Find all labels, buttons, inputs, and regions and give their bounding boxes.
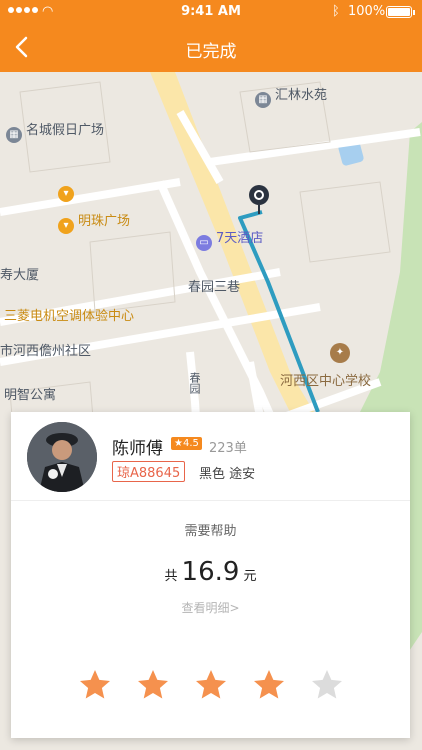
battery-percent: 100% — [348, 4, 386, 19]
poi-label: 春园 — [188, 372, 201, 394]
rating-badge: ★4.5 — [171, 437, 202, 450]
view-details-link[interactable]: 查看明细> — [11, 599, 410, 616]
status-bar: ◠ 9:41 AM ᛒ 100% — [0, 0, 422, 24]
page-title: 已完成 — [185, 42, 237, 62]
poi-label: ▦ 名城假日广场 — [6, 119, 104, 143]
trip-total: 共 16.9 元 — [11, 557, 410, 587]
poi-label: 春园三巷 — [188, 280, 241, 295]
bed-icon: ▭ — [196, 235, 212, 251]
header-bar: ◠ 9:41 AM ᛒ 100% 已完成 — [0, 0, 422, 72]
building-icon: ▦ — [255, 92, 271, 108]
building-icon: ▦ — [6, 127, 22, 143]
order-count: 223单 — [209, 441, 247, 456]
divider — [11, 500, 410, 501]
total-prefix: 共 — [164, 569, 178, 584]
star-icon[interactable] — [193, 667, 229, 703]
poi-label: 明智公寓 — [4, 388, 57, 403]
fare-amount: 16.9 — [181, 557, 240, 587]
poi-label: 三菱电机空调体验中心 — [4, 309, 135, 324]
poi-label: ✦ 河西区中心学校 — [280, 343, 371, 389]
license-plate: 琼A88645 — [112, 461, 186, 482]
currency-unit: 元 — [243, 569, 257, 584]
poi-label: 市河西儋州社区 — [0, 344, 92, 359]
help-link[interactable]: 需要帮助 — [11, 520, 410, 539]
poi-label: ▦ 汇林水苑 — [255, 84, 327, 108]
star-icon[interactable] — [135, 667, 171, 703]
star-icon[interactable] — [309, 667, 345, 703]
poi-label: 寿大厦 — [0, 268, 40, 283]
star-rating — [77, 667, 345, 703]
poi-label: ▭ 7天酒店 — [196, 227, 263, 251]
star-icon[interactable] — [251, 667, 287, 703]
poi-label: ▾ ▾ 明珠广场 — [58, 186, 130, 234]
school-icon: ✦ — [330, 343, 350, 363]
shopping-cart-icon: ▾ — [58, 186, 74, 202]
trip-summary-card: 陈师傅 ★4.5 223单 琼A88645 黑色 途安 需要帮助 共 16.9 元 … — [11, 412, 410, 738]
nav-bar: 已完成 — [0, 26, 422, 70]
star-icon[interactable] — [77, 667, 113, 703]
bluetooth-icon: ᛒ — [332, 4, 340, 19]
car-description: 黑色 途安 — [199, 467, 256, 482]
avatar — [27, 422, 97, 492]
battery-icon — [386, 6, 415, 18]
driver-name: 陈师傅 — [112, 439, 163, 459]
shopping-cart-icon: ▾ — [58, 218, 74, 234]
